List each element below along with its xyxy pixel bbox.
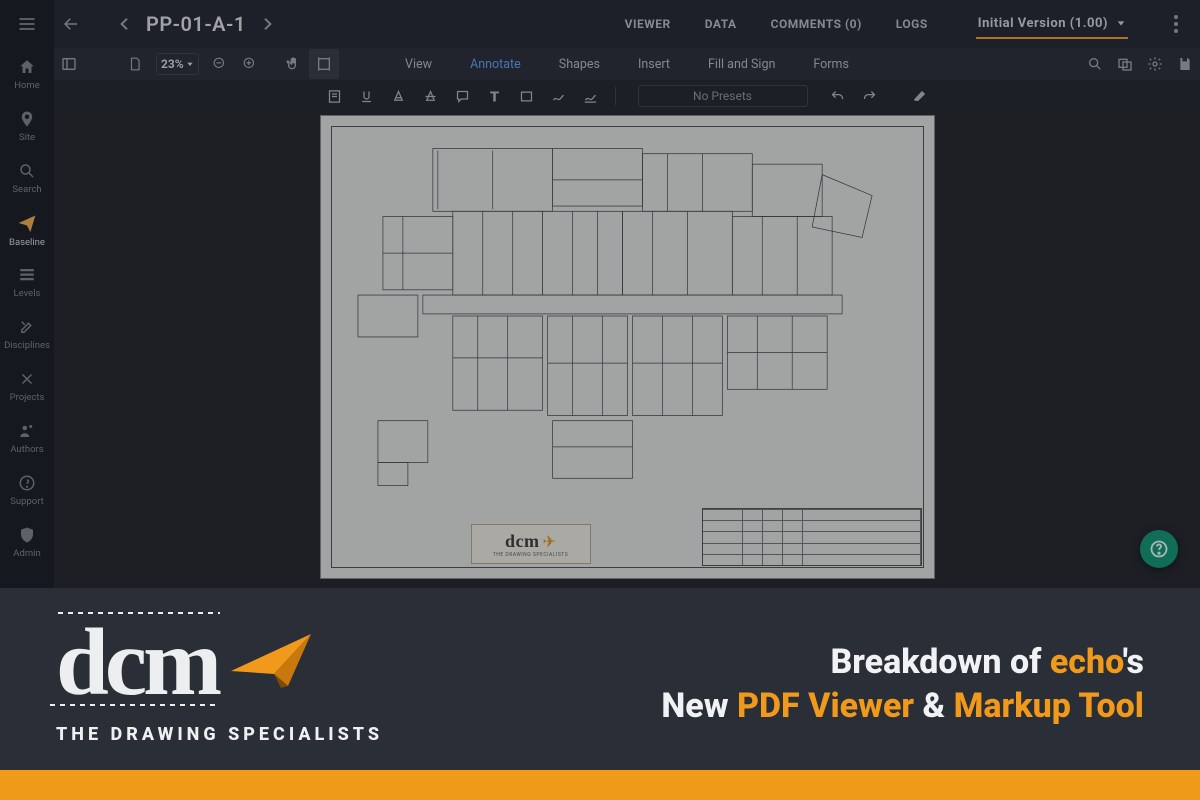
menu-insert[interactable]: Insert <box>620 48 688 80</box>
settings-button[interactable] <box>1140 49 1170 79</box>
chevron-down-icon <box>186 60 194 68</box>
sidebar-item-label: Projects <box>10 392 45 403</box>
marker-tool[interactable] <box>575 81 607 111</box>
menu-view[interactable]: View <box>387 48 450 80</box>
chevron-down-icon <box>1116 18 1126 28</box>
note-tool[interactable] <box>319 81 351 111</box>
panel-toggle-button[interactable] <box>54 49 84 79</box>
sidebar-item-label: Levels <box>14 288 41 299</box>
text-tool[interactable] <box>479 81 511 111</box>
sidebar-item-disciplines[interactable]: Disciplines <box>0 308 54 360</box>
comment-tool[interactable] <box>447 81 479 111</box>
levels-icon <box>18 266 36 284</box>
help-fab[interactable] <box>1140 530 1178 568</box>
promo-logo: dcm THE DRAWING SPECIALISTS <box>56 624 383 745</box>
select-tool[interactable] <box>309 49 339 79</box>
drawing-sheet: dcm✈ THE DRAWING SPECIALISTS <box>320 115 935 579</box>
drawing-logo-stamp: dcm✈ THE DRAWING SPECIALISTS <box>471 524 591 564</box>
top-tabs: VIEWER DATA COMMENTS (0) LOGS Initial Ve… <box>625 10 1200 39</box>
sidebar-item-site[interactable]: Site <box>0 100 54 152</box>
sidebar-item-projects[interactable]: Projects <box>0 360 54 412</box>
search-icon <box>18 162 36 180</box>
pan-tool[interactable] <box>279 49 309 79</box>
sidebar-item-baseline[interactable]: Baseline <box>0 204 54 256</box>
save-button[interactable] <box>1170 49 1200 79</box>
highlight-tool[interactable] <box>383 81 415 111</box>
menu-fillsign[interactable]: Fill and Sign <box>690 48 793 80</box>
tab-data[interactable]: DATA <box>705 17 737 31</box>
promo-headline: Breakdown of echo's New PDF Viewer & Mar… <box>661 640 1144 728</box>
tab-viewer[interactable]: VIEWER <box>625 17 671 31</box>
sidebar-item-label: Support <box>10 496 44 507</box>
paper-plane-icon <box>226 626 316 700</box>
authors-icon <box>18 422 36 440</box>
rect-tool[interactable] <box>511 81 543 111</box>
help-icon <box>1149 539 1169 559</box>
sidebar-item-label: Admin <box>13 548 40 559</box>
eraser-tool[interactable] <box>904 81 936 111</box>
promo-tagline: THE DRAWING SPECIALISTS <box>56 724 383 745</box>
version-selector[interactable]: Initial Version (1.00) <box>976 10 1128 39</box>
compare-button[interactable] <box>1110 49 1140 79</box>
version-label: Initial Version (1.00) <box>978 16 1108 31</box>
viewer-toolbar-primary: 23% View Annotate Shapes Insert Fill and… <box>54 48 1200 80</box>
promo-accent-strip <box>0 770 1200 800</box>
page-icon[interactable] <box>120 49 150 79</box>
menu-shapes[interactable]: Shapes <box>541 48 618 80</box>
presets-select[interactable]: No Presets <box>638 85 808 107</box>
doc-title: PP-01-A-1 <box>142 12 250 36</box>
freehand-tool[interactable] <box>543 81 575 111</box>
floor-plan <box>343 138 912 494</box>
viewer-menu: View Annotate Shapes Insert Fill and Sig… <box>387 48 867 80</box>
sidebar-item-label: Search <box>12 184 41 195</box>
sidebar-item-label: Site <box>19 132 35 143</box>
promo-banner: dcm THE DRAWING SPECIALISTS Breakdown of… <box>0 588 1200 800</box>
sidebar-item-label: Disciplines <box>4 340 50 351</box>
support-icon <box>18 474 36 492</box>
sidebar-item-label: Baseline <box>9 237 45 248</box>
tools-icon <box>18 318 36 336</box>
canvas-area[interactable]: dcm✈ THE DRAWING SPECIALISTS <box>54 112 1200 588</box>
sidebar-item-label: Home <box>14 80 40 91</box>
underline-tool[interactable] <box>351 81 383 111</box>
menu-forms[interactable]: Forms <box>795 48 867 80</box>
tab-logs[interactable]: LOGS <box>896 17 928 31</box>
zoom-level[interactable]: 23% <box>156 53 199 75</box>
sidebar-item-label: Authors <box>10 444 43 455</box>
search-button[interactable] <box>1080 49 1110 79</box>
more-menu[interactable] <box>1162 15 1190 33</box>
zoom-in-button[interactable] <box>235 49 265 79</box>
hamburger-menu[interactable] <box>17 0 37 48</box>
menu-annotate[interactable]: Annotate <box>452 48 539 80</box>
strike-tool[interactable] <box>415 81 447 111</box>
redo-button[interactable] <box>854 81 886 111</box>
prev-doc-button[interactable] <box>108 7 142 41</box>
next-doc-button[interactable] <box>250 7 284 41</box>
pin-icon <box>18 110 36 128</box>
undo-button[interactable] <box>822 81 854 111</box>
sidebar-item-admin[interactable]: Admin <box>0 516 54 568</box>
sidebar-item-authors[interactable]: Authors <box>0 412 54 464</box>
home-icon <box>18 58 36 76</box>
plane-icon <box>17 213 37 233</box>
top-bar: PP-01-A-1 VIEWER DATA COMMENTS (0) LOGS … <box>54 0 1200 48</box>
annotate-toolbar: No Presets <box>54 80 1200 112</box>
tab-comments[interactable]: COMMENTS (0) <box>771 17 862 31</box>
sidebar-item-levels[interactable]: Levels <box>0 256 54 308</box>
shield-icon <box>18 526 36 544</box>
zoom-out-button[interactable] <box>205 49 235 79</box>
sidebar-item-home[interactable]: Home <box>0 48 54 100</box>
title-block <box>702 508 922 566</box>
sidebar-item-search[interactable]: Search <box>0 152 54 204</box>
left-nav-rail: Home Site Search Baseline Levels Discipl… <box>0 0 54 588</box>
sidebar-item-support[interactable]: Support <box>0 464 54 516</box>
divider <box>615 87 616 105</box>
tools2-icon <box>18 370 36 388</box>
back-button[interactable] <box>54 7 88 41</box>
